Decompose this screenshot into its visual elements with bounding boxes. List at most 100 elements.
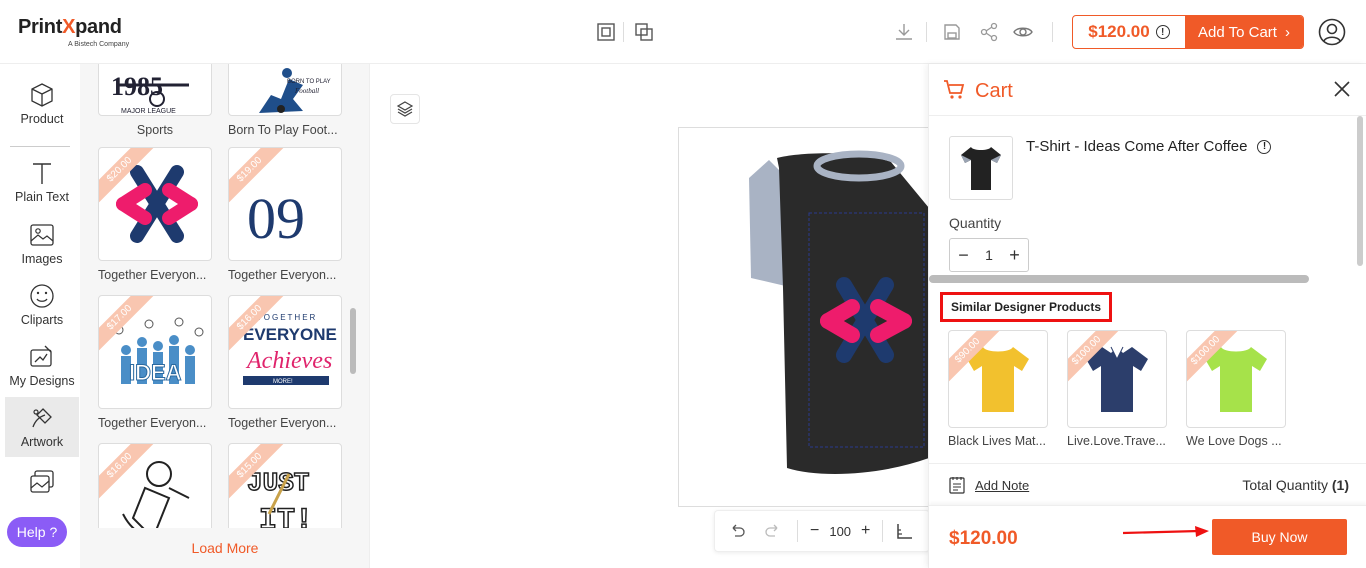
design-canvas: − 100 + [370,64,938,568]
svg-text:MAJOR LEAGUE: MAJOR LEAGUE [121,108,176,115]
cart-title: Cart [975,80,1013,102]
artwork-icon [32,408,52,428]
artwork-thumb[interactable]: $16.00 [98,443,212,528]
similar-product-2[interactable]: $100.00 Live.Love.Trave... [1067,330,1167,448]
share-icon[interactable] [977,20,1001,44]
save-icon[interactable] [940,20,964,44]
svg-text:IT!: IT! [259,504,313,528]
artwork-thumb[interactable]: JUST IT! $15.00 [228,443,342,528]
tshirt-preview[interactable] [678,127,938,507]
cube-icon [31,83,53,107]
redo-icon[interactable] [763,522,783,540]
nav-artwork[interactable]: Artwork [5,397,79,457]
similar-product-thumb[interactable]: $100.00 [1067,330,1167,428]
cart-total-price: $120.00 [949,528,1018,549]
text-icon [33,163,51,184]
nav-plain-text[interactable]: Plain Text [5,152,79,212]
artwork-thumb[interactable]: 09 $19.00 [228,147,342,261]
artwork-thumb[interactable]: BORN TO PLAY Football [228,64,342,116]
artwork-panel: 1985 MAJOR LEAGUE Sports BORN TO PLAY Fo… [80,64,370,568]
similar-products-heading: Similar Designer Products [940,292,1112,322]
buy-now-button[interactable]: Buy Now [1212,519,1347,555]
artwork-card-together-1[interactable]: $20.00 Together Everyon... [98,147,212,282]
similar-product-thumb[interactable]: $90.00 [948,330,1048,428]
quantity-stepper: − 1 + [949,238,1029,272]
user-icon[interactable] [1318,18,1346,51]
svg-text:09: 09 [247,186,305,251]
quantity-decrease-button[interactable]: − [958,245,969,266]
artwork-grid: 1985 MAJOR LEAGUE Sports BORN TO PLAY Fo… [88,64,356,528]
quantity-label: Quantity [949,215,1002,231]
svg-text:IDEA: IDEA [129,360,182,385]
artwork-card-6[interactable]: JUST IT! $15.00 [228,443,342,528]
nav-gallery[interactable] [5,458,79,506]
total-quantity: Total Quantity (1) [1242,477,1349,493]
info-icon[interactable]: ! [1155,25,1170,39]
cart-panel: Cart T-Shirt - Ideas Come After Coffee !… [928,64,1366,568]
artwork-thumb[interactable]: 1985 MAJOR LEAGUE [98,64,212,116]
top-header: PrintXpand A Bistech Company $120.00 ! A… [0,0,1366,64]
notepad-icon [949,476,965,499]
svg-text:BORN TO PLAY: BORN TO PLAY [287,79,331,85]
add-to-cart-button[interactable]: Add To Cart › [1185,16,1303,48]
note-row: Add Note Total Quantity (1) [929,463,1366,505]
nav-my-designs[interactable]: My Designs [5,336,79,396]
artwork-thumb[interactable]: $20.00 [98,147,212,261]
my-designs-icon [30,345,52,367]
quantity-value[interactable]: 1 [985,247,993,263]
svg-text:Achieves: Achieves [245,348,332,374]
similar-product-thumb[interactable]: $100.00 [1186,330,1286,428]
artwork-card-sports[interactable]: 1985 MAJOR LEAGUE Sports [98,64,212,137]
nav-images[interactable]: Images [5,214,79,274]
quantity-increase-button[interactable]: + [1009,245,1020,266]
preview-eye-icon[interactable] [1011,20,1035,44]
artwork-thumb[interactable]: TOGETHER EVERYONE Achieves MORE! $16.00 [228,295,342,409]
zoom-out-button[interactable]: − [810,522,819,540]
gallery-icon [30,470,54,493]
svg-text:Football: Football [294,87,319,95]
cart-scrollbar[interactable] [1357,116,1363,266]
svg-text:MORE!: MORE! [273,379,293,385]
artwork-card-together-3[interactable]: IDEA $17.00 Together Everyon... [98,295,212,430]
help-button[interactable]: Help ? [7,517,67,547]
artwork-card-together-4[interactable]: TOGETHER EVERYONE Achieves MORE! $16.00 … [228,295,342,430]
svg-text:EVERYONE: EVERYONE [243,325,337,344]
artwork-card-5[interactable]: $16.00 [98,443,212,528]
cart-horizontal-scrollbar[interactable] [929,275,1309,283]
similar-product-1[interactable]: $90.00 Black Lives Mat... [948,330,1048,448]
logo-text: PrintXpand [18,16,122,38]
artwork-card-together-2[interactable]: 09 $19.00 Together Everyon... [228,147,342,282]
svg-text:TOGETHER: TOGETHER [257,313,317,322]
logo: PrintXpand A Bistech Company [18,16,129,48]
cart-footer: $120.00 Buy Now [929,505,1366,568]
ruler-icon[interactable] [895,522,913,540]
download-icon[interactable] [892,20,916,44]
left-nav: Product Plain Text Images Cliparts My De… [0,64,80,568]
layers-icon[interactable] [390,94,420,124]
artwork-thumb[interactable]: IDEA $17.00 [98,295,212,409]
image-icon [30,224,54,246]
header-price[interactable]: $120.00 ! [1073,16,1185,48]
artwork-card-football[interactable]: BORN TO PLAY Football Born To Play Foot.… [228,64,342,137]
add-note-link[interactable]: Add Note [975,478,1029,493]
undo-icon[interactable] [729,522,749,540]
zoom-in-button[interactable]: + [861,522,870,540]
price-add-to-cart: $120.00 ! Add To Cart › [1072,15,1304,49]
cart-product-thumb [949,136,1013,200]
cart-icon [943,78,965,105]
grid-icon[interactable] [594,20,618,44]
nav-cliparts[interactable]: Cliparts [5,275,79,335]
similar-product-3[interactable]: $100.00 We Love Dogs ... [1186,330,1286,448]
copy-icon[interactable] [632,20,656,44]
info-icon[interactable]: ! [1257,139,1272,154]
load-more-button[interactable]: Load More [80,540,370,556]
smiley-icon [30,284,54,308]
zoom-level: 100 [829,523,852,539]
canvas-toolbar: − 100 + [714,510,930,552]
nav-product[interactable]: Product [5,74,79,134]
artwork-scrollbar[interactable] [350,308,356,374]
logo-subtitle: A Bistech Company [68,41,130,48]
annotation-arrow [1122,525,1211,544]
close-icon[interactable] [1333,80,1351,103]
cart-header: Cart [929,64,1366,116]
